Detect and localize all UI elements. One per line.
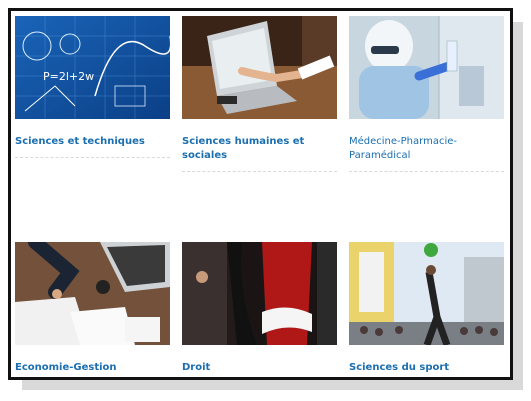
category-card-sciences-techniques[interactable]: P=2l+2w Sciences et techniques — [15, 16, 172, 158]
magistrate-robe-illustration — [182, 242, 337, 345]
category-link-medecine[interactable]: Médecine-Pharmacie-Paramédical — [349, 135, 504, 163]
card-divider — [15, 157, 170, 158]
business-desk-illustration — [15, 242, 170, 345]
category-link-economie[interactable]: Economie-Gestion — [15, 361, 170, 375]
card-divider — [182, 171, 337, 172]
business-desk-image[interactable] — [15, 242, 170, 345]
lab-researcher-image[interactable] — [349, 16, 504, 119]
category-card-droit[interactable]: Droit — [182, 242, 339, 375]
handshake-laptop-illustration — [182, 16, 337, 119]
category-card-economie[interactable]: Economie-Gestion — [15, 242, 172, 375]
football-street-illustration — [349, 242, 504, 345]
magistrate-robe-image[interactable] — [182, 242, 337, 345]
category-link-sport[interactable]: Sciences du sport — [349, 361, 504, 375]
category-link-sciences-techniques[interactable]: Sciences et techniques — [15, 135, 170, 149]
category-card-sport[interactable]: Sciences du sport — [349, 242, 506, 375]
svg-text:P=2l+2w: P=2l+2w — [43, 70, 94, 83]
handshake-laptop-image[interactable] — [182, 16, 337, 119]
category-card-medecine[interactable]: Médecine-Pharmacie-Paramédical — [349, 16, 506, 172]
category-grid: P=2l+2w Sciences et techniques Sciences … — [8, 8, 513, 380]
math-formulas-illustration: P=2l+2w — [15, 16, 170, 119]
card-divider — [349, 171, 504, 172]
category-link-droit[interactable]: Droit — [182, 361, 337, 375]
category-card-sciences-humaines[interactable]: Sciences humaines et sociales — [182, 16, 339, 172]
math-formulas-image[interactable]: P=2l+2w — [15, 16, 170, 119]
lab-researcher-illustration — [349, 16, 504, 119]
football-street-image[interactable] — [349, 242, 504, 345]
category-link-sciences-humaines[interactable]: Sciences humaines et sociales — [182, 135, 337, 163]
